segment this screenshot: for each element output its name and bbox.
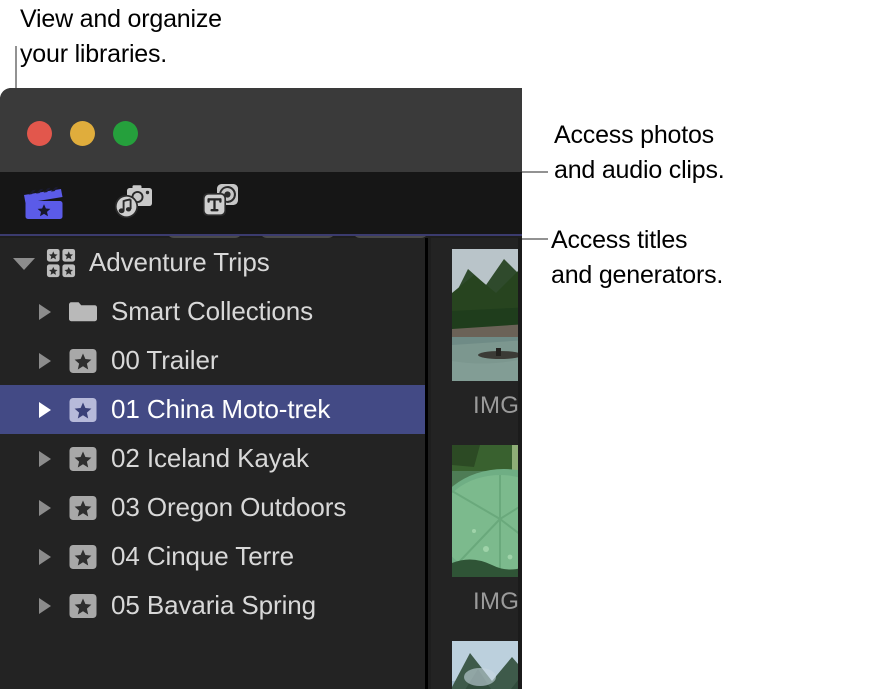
event-star-icon: [68, 444, 98, 474]
sidebar-row-label: 00 Trailer: [111, 345, 219, 375]
disclosure-triangle-right-icon[interactable]: [36, 400, 56, 420]
clip-thumbnail-river-village[interactable]: [452, 249, 522, 381]
tab-titles-and-generators[interactable]: [196, 183, 244, 225]
clip-thumbnail-lotus-flower[interactable]: [452, 445, 522, 577]
minimize-window-button[interactable]: [70, 121, 95, 146]
screenshot-root: View and organize your libraries. Access…: [0, 0, 878, 689]
event-star-icon: [68, 395, 98, 425]
callout-libraries-text: View and organize your libraries.: [20, 5, 222, 68]
sidebar-tab-strip: [0, 172, 522, 236]
sidebar-row-label: Smart Collections: [111, 296, 314, 326]
disclosure-triangle-right-icon[interactable]: [36, 302, 56, 322]
disclosure-triangle-right-icon[interactable]: [36, 596, 56, 616]
sidebar-row-01-china-moto-trek[interactable]: 01 China Moto-trek: [0, 385, 425, 434]
clip-name-label: IMG: [473, 392, 520, 419]
callout-photos-text: Access photos and audio clips.: [554, 121, 725, 184]
event-star-icon: [68, 542, 98, 572]
sidebar-row-smart-collections[interactable]: Smart Collections: [0, 287, 425, 336]
libraries-sidebar: Adventure Trips Smart Collections 00 Tra…: [0, 238, 428, 689]
clapperboard-star-icon: [23, 183, 65, 226]
sidebar-row-label: Adventure Trips: [89, 247, 270, 277]
disclosure-triangle-right-icon[interactable]: [36, 449, 56, 469]
titles-generators-icon: [198, 182, 242, 227]
folder-icon: [68, 297, 98, 327]
clip-name-label: IMG: [473, 588, 520, 615]
disclosure-triangle-down-icon[interactable]: [13, 253, 35, 273]
sidebar-row-adventure-trips[interactable]: Adventure Trips: [0, 238, 425, 287]
sidebar-row-label: 01 China Moto-trek: [111, 394, 331, 424]
photos-audio-icon: [112, 182, 156, 227]
clip-thumbnail-karst-cliff[interactable]: [452, 641, 522, 689]
maximize-window-button[interactable]: [113, 121, 138, 146]
close-window-button[interactable]: [27, 121, 52, 146]
tab-photos-and-audio[interactable]: [110, 183, 158, 225]
sidebar-row-label: 03 Oregon Outdoors: [111, 492, 347, 522]
library-grid-icon: [46, 248, 76, 278]
sidebar-row-04-cinque-terre[interactable]: 04 Cinque Terre: [0, 532, 425, 581]
disclosure-triangle-right-icon[interactable]: [36, 547, 56, 567]
tab-libraries[interactable]: [20, 183, 68, 225]
window-titlebar: [0, 88, 522, 238]
event-star-icon: [68, 591, 98, 621]
callout-titles-text: Access titles and generators.: [551, 226, 724, 289]
browser-clip-edge: [518, 238, 522, 689]
clip-browser: IMG IMG: [431, 238, 522, 689]
sidebar-row-label: 05 Bavaria Spring: [111, 590, 316, 620]
event-star-icon: [68, 346, 98, 376]
sidebar-row-00-trailer[interactable]: 00 Trailer: [0, 336, 425, 385]
disclosure-triangle-right-icon[interactable]: [36, 498, 56, 518]
sidebar-row-05-bavaria-spring[interactable]: 05 Bavaria Spring: [0, 581, 425, 630]
sidebar-row-03-oregon-outdoors[interactable]: 03 Oregon Outdoors: [0, 483, 425, 532]
sidebar-row-02-iceland-kayak[interactable]: 02 Iceland Kayak: [0, 434, 425, 483]
sidebar-row-label: 02 Iceland Kayak: [111, 443, 309, 473]
disclosure-triangle-right-icon[interactable]: [36, 351, 56, 371]
sidebar-row-label: 04 Cinque Terre: [111, 541, 295, 571]
final-cut-pro-window: Adventure Trips Smart Collections 00 Tra…: [0, 88, 522, 689]
event-star-icon: [68, 493, 98, 523]
